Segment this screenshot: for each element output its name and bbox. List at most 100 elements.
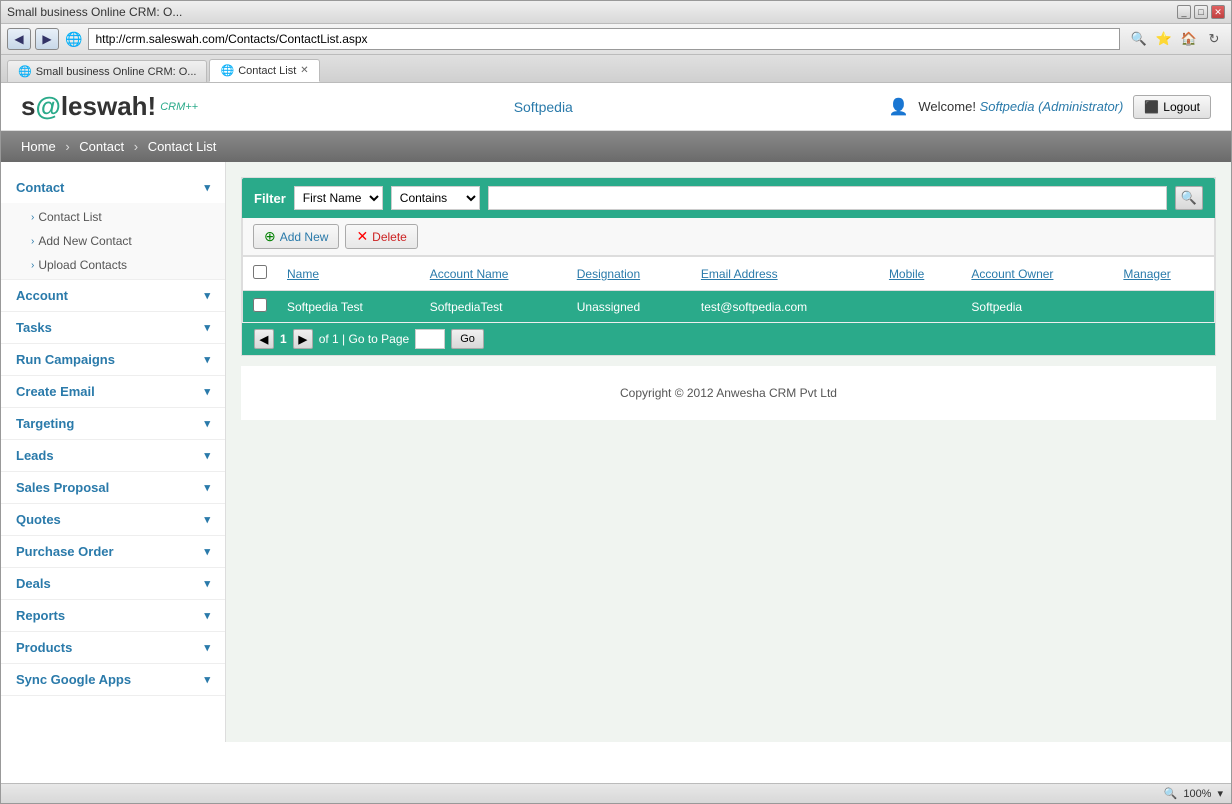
th-name-link[interactable]: Name — [287, 267, 319, 281]
th-account-name-link[interactable]: Account Name — [430, 267, 509, 281]
home-nav-button[interactable]: 🏠 — [1178, 28, 1200, 50]
sidebar-item-sales-proposal[interactable]: Sales Proposal ▾ — [1, 472, 225, 503]
filter-label: Filter — [254, 191, 286, 206]
address-bar[interactable] — [88, 28, 1120, 50]
logout-icon: ⬛ — [1144, 100, 1159, 114]
zoom-dropdown-icon[interactable]: ▾ — [1217, 787, 1223, 800]
tab-close-button[interactable]: ✕ — [300, 65, 308, 76]
th-name[interactable]: Name — [277, 257, 420, 291]
logout-button[interactable]: ⬛ Logout — [1133, 95, 1211, 119]
sidebar-section-run-campaigns: Run Campaigns ▾ — [1, 344, 225, 376]
sidebar-item-products[interactable]: Products ▾ — [1, 632, 225, 663]
td-checkbox — [243, 291, 278, 323]
th-designation[interactable]: Designation — [567, 257, 691, 291]
bullet-icon: › — [31, 212, 34, 223]
sidebar-item-account[interactable]: Account ▾ — [1, 280, 225, 311]
filter-condition-select[interactable]: Contains Equals Starts With — [391, 186, 480, 210]
sidebar-item-reports[interactable]: Reports ▾ — [1, 600, 225, 631]
bullet-icon-2: › — [31, 236, 34, 247]
page-goto-input[interactable] — [415, 329, 445, 349]
chevron-right-icon-2: ▾ — [204, 321, 210, 334]
upload-contacts-label: Upload Contacts — [38, 258, 127, 272]
tab-contact-list[interactable]: 🌐 Contact List ✕ — [209, 59, 319, 82]
th-account-owner[interactable]: Account Owner — [961, 257, 1113, 291]
sidebar-item-add-new-contact[interactable]: › Add New Contact — [1, 229, 225, 253]
breadcrumb-contact[interactable]: Contact — [79, 139, 124, 154]
status-bar: 🔍 100% ▾ — [1, 783, 1231, 803]
copyright-text: Copyright © 2012 Anwesha CRM Pvt Ltd — [620, 386, 837, 400]
th-email-link[interactable]: Email Address — [701, 267, 778, 281]
ie-icon: 🌐 — [65, 31, 82, 48]
tab-1[interactable]: 🌐 Small business Online CRM: O... — [7, 60, 207, 82]
th-manager[interactable]: Manager — [1113, 257, 1214, 291]
filter-field-select[interactable]: First Name Last Name Email Mobile — [294, 186, 383, 210]
th-mobile-link[interactable]: Mobile — [889, 267, 924, 281]
th-designation-link[interactable]: Designation — [577, 267, 640, 281]
prev-page-button[interactable]: ◀ — [254, 329, 274, 349]
sidebar-item-deals[interactable]: Deals ▾ — [1, 568, 225, 599]
sidebar-item-leads[interactable]: Leads ▾ — [1, 440, 225, 471]
content-panel: Filter First Name Last Name Email Mobile… — [241, 177, 1216, 356]
breadcrumb-home[interactable]: Home — [21, 139, 56, 154]
search-icon: 🔍 — [1181, 190, 1197, 206]
back-button[interactable]: ◀ — [7, 28, 31, 50]
sidebar-item-create-email[interactable]: Create Email ▾ — [1, 376, 225, 407]
sidebar-item-tasks[interactable]: Tasks ▾ — [1, 312, 225, 343]
sidebar-item-purchase-order[interactable]: Purchase Order ▾ — [1, 536, 225, 567]
softpedia-link[interactable]: Softpedia — [514, 99, 573, 115]
next-page-button[interactable]: ▶ — [293, 329, 313, 349]
forward-button[interactable]: ▶ — [35, 28, 59, 50]
sidebar-section-create-email: Create Email ▾ — [1, 376, 225, 408]
chevron-right-icon-6: ▾ — [204, 449, 210, 462]
leads-label: Leads — [16, 448, 54, 463]
sidebar-section-purchase-order: Purchase Order ▾ — [1, 536, 225, 568]
footer: Copyright © 2012 Anwesha CRM Pvt Ltd — [241, 366, 1216, 420]
th-account-owner-link[interactable]: Account Owner — [971, 267, 1053, 281]
sidebar-item-contact-list[interactable]: › Contact List — [1, 205, 225, 229]
maximize-button[interactable]: □ — [1194, 5, 1208, 19]
td-email: test@softpedia.com — [691, 291, 879, 323]
th-manager-link[interactable]: Manager — [1123, 267, 1170, 281]
sidebar-item-run-campaigns[interactable]: Run Campaigns ▾ — [1, 344, 225, 375]
sidebar-item-sync-google[interactable]: Sync Google Apps ▾ — [1, 664, 225, 695]
products-label: Products — [16, 640, 72, 655]
sidebar-section-reports: Reports ▾ — [1, 600, 225, 632]
contact-name-link[interactable]: Softpedia Test — [287, 300, 363, 314]
td-account-name: SoftpediaTest — [420, 291, 567, 323]
browser-tabs: 🌐 Small business Online CRM: O... 🌐 Cont… — [1, 55, 1231, 83]
main-layout: Contact ▾ › Contact List › Add New Conta… — [1, 162, 1231, 742]
deals-label: Deals — [16, 576, 51, 591]
pagination: ◀ 1 ▶ of 1 | Go to Page Go — [242, 323, 1215, 355]
select-all-checkbox[interactable] — [253, 265, 267, 279]
sync-google-label: Sync Google Apps — [16, 672, 131, 687]
search-nav-button[interactable]: 🔍 — [1128, 28, 1150, 50]
tab-2-label: Contact List — [238, 65, 296, 77]
chevron-right-icon-8: ▾ — [204, 513, 210, 526]
logo-crm: CRM++ — [160, 101, 198, 113]
add-new-label: Add New — [280, 230, 329, 244]
th-account-name[interactable]: Account Name — [420, 257, 567, 291]
sidebar-item-targeting[interactable]: Targeting ▾ — [1, 408, 225, 439]
current-page: 1 — [280, 332, 287, 346]
favorites-button[interactable]: ⭐ — [1153, 28, 1175, 50]
browser-title: Small business Online CRM: O... — [7, 5, 1171, 19]
th-email[interactable]: Email Address — [691, 257, 879, 291]
sidebar-item-quotes[interactable]: Quotes ▾ — [1, 504, 225, 535]
th-mobile[interactable]: Mobile — [879, 257, 961, 291]
welcome-prefix: Welcome! — [918, 99, 976, 114]
go-button[interactable]: Go — [451, 329, 484, 349]
filter-search-button[interactable]: 🔍 — [1175, 186, 1203, 210]
add-new-button[interactable]: ⊕ Add New — [253, 224, 339, 249]
minimize-button[interactable]: _ — [1177, 5, 1191, 19]
tab-1-icon: 🌐 — [18, 65, 32, 78]
refresh-button[interactable]: ↻ — [1203, 28, 1225, 50]
sidebar-item-contact[interactable]: Contact ▾ — [1, 172, 225, 203]
chevron-right-icon-12: ▾ — [204, 641, 210, 654]
filter-value-input[interactable] — [488, 186, 1167, 210]
header-right: 👤 Welcome! Softpedia (Administrator) ⬛ L… — [888, 95, 1211, 119]
sidebar-section-products: Products ▾ — [1, 632, 225, 664]
close-button[interactable]: ✕ — [1211, 5, 1225, 19]
row-checkbox[interactable] — [253, 298, 267, 312]
delete-button[interactable]: ✕ Delete — [345, 224, 417, 249]
sidebar-item-upload-contacts[interactable]: › Upload Contacts — [1, 253, 225, 277]
